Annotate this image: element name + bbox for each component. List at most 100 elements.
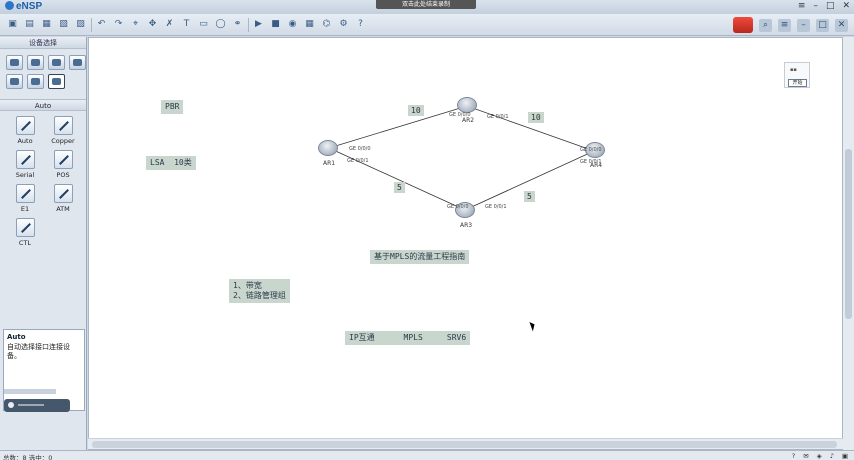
topology-icon[interactable]: ⌬	[320, 18, 333, 31]
delete-icon[interactable]: ✗	[163, 18, 176, 31]
settings-icon[interactable]: ⚙	[337, 18, 350, 31]
router-device-icon[interactable]	[6, 55, 23, 70]
cost-ar2-ar4[interactable]: 10	[528, 112, 544, 123]
cable-copper[interactable]: Copper	[44, 116, 82, 145]
cable-device-icon[interactable]	[48, 74, 65, 89]
copper-cable-icon	[53, 116, 73, 135]
title-bar: eNSP 双击此处结束录制 ≡ – □ ✕	[0, 0, 854, 14]
wlan-device-icon[interactable]	[48, 55, 65, 70]
minimize-icon[interactable]: –	[813, 1, 818, 11]
window-controls: ≡ – □ ✕	[798, 1, 850, 11]
ar2-port-1: GE 0/0/1	[487, 114, 509, 120]
toolbar: ▣ ▤ ▦ ▧ ▨ ↶ ↷ ⌖ ✥ ✗ T ▭ ◯ ⚭ ▶ ■ ◉ ▦ ⌬ ⚙ …	[0, 14, 854, 36]
pc-device-icon[interactable]	[6, 74, 23, 89]
ellipse-icon[interactable]: ◯	[214, 18, 227, 31]
pbr-label[interactable]: PBR	[161, 100, 184, 114]
atm-cable-icon	[53, 184, 73, 203]
left-panel: 设备选择 Auto Auto Copper Serial POS E1 ATM …	[0, 37, 87, 450]
app-logo: eNSP	[5, 1, 42, 12]
router-ar1-icon[interactable]	[318, 140, 338, 156]
serial-cable-icon	[15, 150, 35, 169]
close-icon[interactable]: ✕	[842, 1, 850, 11]
ensp-logo-icon	[5, 1, 14, 10]
ar3-label: AR3	[460, 222, 473, 229]
stop-icon[interactable]: ■	[269, 18, 282, 31]
cable-ctl[interactable]: CTL	[6, 218, 44, 247]
feature-list-label[interactable]: 1、带宽 2、链路管理组	[229, 279, 290, 303]
protocol-label[interactable]: IP互通 MPLS SRV6	[345, 331, 471, 345]
cable-pos[interactable]: POS	[44, 150, 82, 179]
link-ar1-ar2[interactable]	[328, 105, 468, 149]
ctl-cable-icon	[15, 218, 35, 237]
print-icon[interactable]: ▨	[74, 18, 87, 31]
router-ar2-icon[interactable]	[457, 97, 477, 113]
horizontal-scrollbar[interactable]	[88, 438, 843, 449]
ar2-port-0: GE 0/0/0	[449, 112, 471, 118]
help-icon[interactable]: ?	[354, 18, 367, 31]
recording-banner[interactable]: 双击此处结束录制	[376, 0, 476, 9]
redo-icon[interactable]: ↷	[112, 18, 125, 31]
topology-canvas[interactable]: PBR LSA 10类 基于MPLS的流量工程指南 1、带宽 2、链路管理组 I…	[88, 37, 843, 450]
cable-auto[interactable]: Auto	[6, 116, 44, 145]
rect-icon[interactable]: ▭	[197, 18, 210, 31]
maximize-window-icon[interactable]: □	[816, 18, 829, 32]
horizontal-scroll-thumb[interactable]	[92, 441, 837, 448]
message-icon[interactable]: ✉	[803, 452, 808, 460]
help-icon[interactable]: ?	[792, 452, 795, 460]
vertical-scrollbar[interactable]	[843, 37, 854, 450]
toolbar-right: ⌕ ≡ – □ ✕	[733, 17, 848, 33]
link-icon[interactable]: ⚭	[231, 18, 244, 31]
auto-cable-icon	[15, 116, 35, 135]
devices-title: 设备选择	[0, 37, 86, 49]
notify-icon[interactable]: ◈	[817, 452, 822, 460]
lsa-label[interactable]: LSA 10类	[146, 156, 196, 170]
progress-strip	[4, 389, 56, 394]
cable-atm[interactable]: ATM	[44, 184, 82, 213]
text-icon[interactable]: T	[180, 18, 193, 31]
cable-serial[interactable]: Serial	[6, 150, 44, 179]
capture-icon[interactable]: ◉	[286, 18, 299, 31]
status-count: 总数：8 选中：0	[3, 454, 53, 460]
close-window-icon[interactable]: ✕	[835, 18, 848, 32]
minimize-window-icon[interactable]: –	[797, 18, 810, 32]
new-icon[interactable]: ▣	[6, 18, 19, 31]
firewall-device-icon[interactable]	[69, 55, 86, 70]
cable-grid: Auto Copper Serial POS E1 ATM CTL	[0, 111, 86, 247]
e1-cable-icon	[15, 184, 35, 203]
select-icon[interactable]: ⌖	[129, 18, 142, 31]
sound-icon[interactable]: ♪	[830, 452, 834, 460]
cables-title: Auto	[0, 99, 86, 111]
app-title: eNSP	[16, 1, 43, 12]
maximize-icon[interactable]: □	[826, 1, 835, 11]
grid-icon[interactable]: ▦	[303, 18, 316, 31]
menu-icon[interactable]: ≡	[798, 1, 806, 11]
extra-icon[interactable]: ▣	[842, 452, 848, 460]
info-title: Auto	[7, 333, 26, 341]
huawei-logo-icon	[733, 17, 753, 33]
cable-e1[interactable]: E1	[6, 184, 44, 213]
switch-device-icon[interactable]	[27, 55, 44, 70]
cost-ar1-ar3[interactable]: 5	[394, 182, 405, 193]
undo-icon[interactable]: ↶	[95, 18, 108, 31]
menu-list-icon[interactable]: ≡	[778, 18, 791, 32]
save-icon[interactable]: ▦	[40, 18, 53, 31]
cost-ar3-ar4[interactable]: 5	[524, 191, 535, 202]
ar1-port-1: GE 0/0/1	[347, 158, 369, 164]
save-as-icon[interactable]: ▧	[57, 18, 70, 31]
start-widget[interactable]: ▪▪ 开始	[784, 62, 810, 88]
info-bar[interactable]	[4, 399, 70, 412]
move-icon[interactable]: ✥	[146, 18, 159, 31]
ar4-port-1: GE 0/0/1	[580, 159, 602, 165]
device-grid	[0, 49, 86, 89]
start-icon[interactable]: ▶	[252, 18, 265, 31]
ar3-port-0: GE 0/0/0	[447, 204, 469, 210]
search-icon[interactable]: ⌕	[759, 18, 772, 32]
cost-ar1-ar2[interactable]: 10	[408, 105, 424, 116]
ar2-label: AR2	[462, 117, 475, 124]
open-icon[interactable]: ▤	[23, 18, 36, 31]
start-button[interactable]: 开始	[788, 79, 807, 87]
cloud-device-icon[interactable]	[27, 74, 44, 89]
ar4-port-0: GE 0/0/0	[580, 147, 602, 153]
vertical-scroll-thumb[interactable]	[845, 149, 852, 319]
mpls-title-label[interactable]: 基于MPLS的流量工程指南	[370, 250, 470, 264]
